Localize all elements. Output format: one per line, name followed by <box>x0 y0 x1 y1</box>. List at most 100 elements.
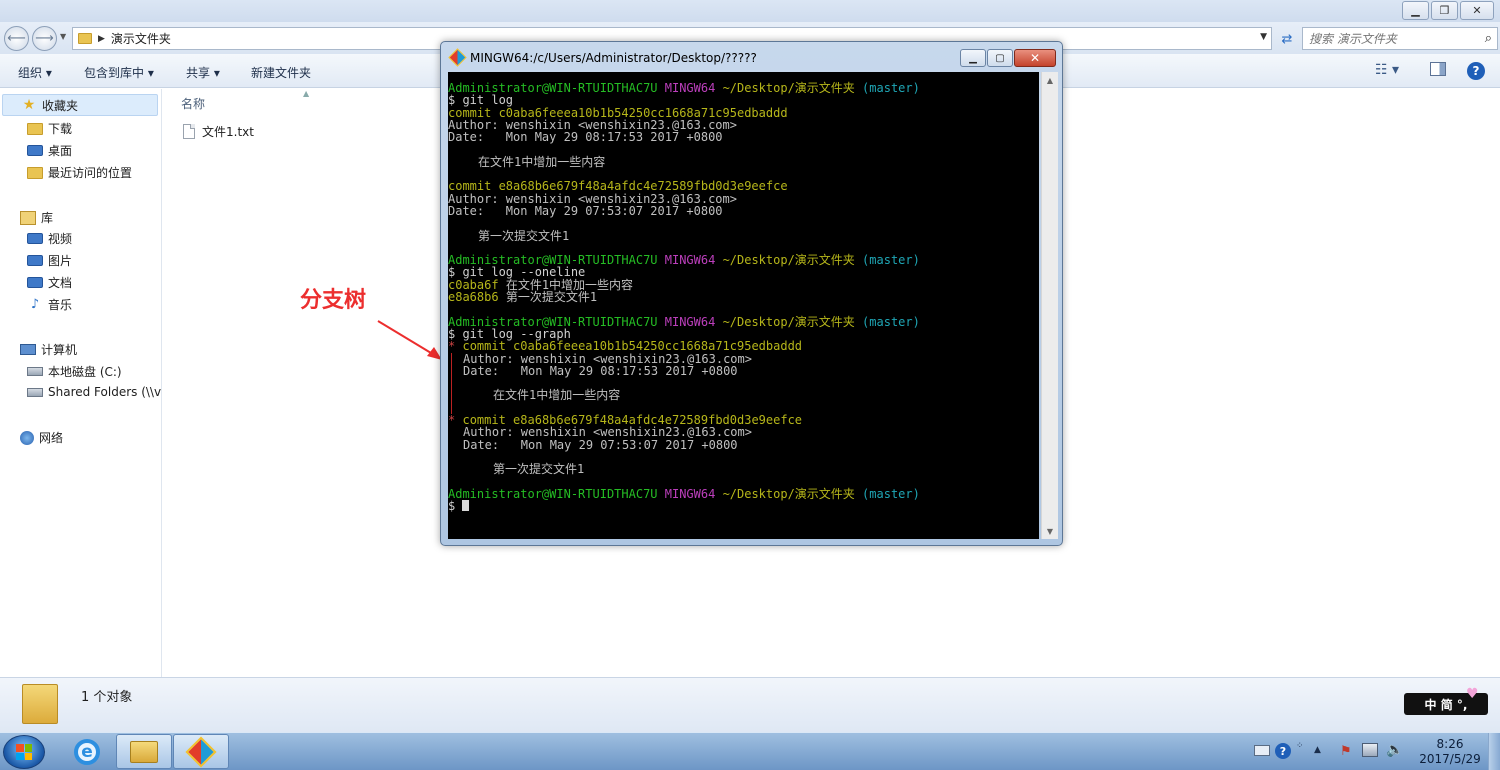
arrow-right-icon: ⟶ <box>35 31 54 46</box>
nav-pictures[interactable]: 图片 <box>27 252 72 269</box>
terminal-scrollbar[interactable]: ▲ ▼ <box>1041 72 1058 539</box>
commit-message: 第一次提交文件1 <box>493 462 585 477</box>
nav-music-label: 音乐 <box>48 298 73 312</box>
file-item[interactable]: 文件1.txt <box>183 123 254 140</box>
prompt-path: ~/Desktop/演示文件夹 <box>722 253 855 268</box>
prompt-path: ~/Desktop/演示文件夹 <box>722 81 855 95</box>
organize-menu[interactable]: 组织 ▾ <box>18 64 52 81</box>
graph-node: * <box>448 413 456 428</box>
file-name: 文件1.txt <box>202 125 254 139</box>
nav-videos-label: 视频 <box>48 232 73 246</box>
clock-date: 2017/5/29 <box>1419 752 1481 766</box>
nav-local-disk-label: 本地磁盘 (C:) <box>48 365 122 379</box>
nav-computer[interactable]: 计算机 <box>20 341 77 358</box>
navigation-pane: ★ 收藏夹 下载 桌面 最近访问的位置 库 视频 图片 文档 ♪ 音乐 计算机 … <box>0 89 162 677</box>
help-button[interactable]: ? <box>1467 62 1485 80</box>
terminal-maximize-button[interactable]: ▢ <box>987 49 1013 67</box>
address-dropdown-icon[interactable]: ▼ <box>1260 32 1267 42</box>
nav-downloads-label: 下载 <box>48 122 73 136</box>
nav-network[interactable]: 网络 <box>20 429 63 446</box>
close-button[interactable]: ✕ <box>1460 1 1494 20</box>
nav-documents[interactable]: 文档 <box>27 274 72 291</box>
nav-local-disk[interactable]: 本地磁盘 (C:) <box>27 363 122 380</box>
heart-icon: ♥ <box>1466 686 1479 702</box>
nav-shared-folders[interactable]: Shared Folders (\\v <box>27 385 161 399</box>
terminal-command: $ git log <box>448 93 514 108</box>
breadcrumb-separator-icon[interactable]: ▶ <box>98 34 105 44</box>
nav-shared-folders-label: Shared Folders (\\v <box>48 385 162 399</box>
volume-icon[interactable]: 🔈 <box>1386 742 1403 758</box>
nav-libraries-label: 库 <box>41 211 54 225</box>
terminal-close-button[interactable]: ✕ <box>1014 49 1056 67</box>
network-status-icon[interactable] <box>1362 743 1378 757</box>
view-options-icon[interactable]: ☷ ▾ <box>1375 62 1399 78</box>
nav-computer-label: 计算机 <box>41 343 78 357</box>
prompt-branch: (master) <box>862 253 920 268</box>
oneline-hash: e8a68b6 <box>448 290 499 305</box>
nav-recent-places[interactable]: 最近访问的位置 <box>27 164 132 181</box>
back-button[interactable]: ⟵ <box>4 26 29 51</box>
graph-node: * <box>448 339 456 354</box>
refresh-button[interactable]: ⇄ <box>1276 28 1298 50</box>
nav-videos[interactable]: 视频 <box>27 230 72 247</box>
nav-libraries[interactable]: 库 <box>20 209 53 226</box>
show-hidden-icons-icon[interactable]: ▲ <box>1314 745 1321 755</box>
terminal-window-controls: ▁ ▢ ✕ <box>960 49 1056 67</box>
terminal-output[interactable]: Administrator@WIN-RTUIDTHAC7U MINGW64 ~/… <box>448 72 1039 539</box>
prompt-env: MINGW64 <box>664 314 716 329</box>
graph-edge <box>451 389 452 402</box>
tray-help-icon[interactable]: ? <box>1275 743 1291 759</box>
maximize-button[interactable]: ❐ <box>1431 1 1458 20</box>
taskbar-git-bash[interactable] <box>173 734 229 769</box>
text-cursor <box>462 500 470 512</box>
folder-icon <box>78 33 92 44</box>
recent-pages-dropdown[interactable]: ▼ <box>60 32 66 41</box>
taskbar-internet-explorer[interactable]: e <box>59 734 115 769</box>
graph-edge <box>451 377 452 390</box>
git-bash-window: MINGW64:/c/Users/Administrator/Desktop/?… <box>440 41 1063 546</box>
share-menu[interactable]: 共享 ▾ <box>186 64 220 81</box>
git-bash-icon <box>448 48 467 67</box>
terminal-minimize-button[interactable]: ▁ <box>960 49 986 67</box>
details-pane: 1 个对象 <box>0 677 1500 732</box>
clock-time: 8:26 <box>1436 737 1464 751</box>
nav-favorites[interactable]: ★ 收藏夹 <box>2 94 158 116</box>
start-button[interactable] <box>3 735 45 769</box>
windows-logo-icon <box>16 744 32 760</box>
annotation-arrow-icon <box>377 320 442 360</box>
search-input[interactable] <box>1309 31 1469 46</box>
annotation-label: 分支树 <box>300 288 367 313</box>
explorer-title-bar: ▁ ❐ ✕ <box>0 0 1500 22</box>
scroll-up-icon[interactable]: ▲ <box>1042 72 1058 88</box>
network-icon <box>20 430 34 445</box>
breadcrumb-current[interactable]: 演示文件夹 <box>111 30 171 47</box>
nav-downloads[interactable]: 下载 <box>27 120 72 137</box>
forward-button[interactable]: ⟶ <box>32 26 57 51</box>
terminal-input-line[interactable]: $ <box>448 500 1039 512</box>
nav-desktop[interactable]: 桌面 <box>27 142 72 159</box>
search-icon[interactable]: ⌕ <box>1485 31 1492 46</box>
action-center-flag-icon[interactable]: ⚑ <box>1340 744 1352 759</box>
column-header-name[interactable]: 名称 <box>181 95 205 112</box>
show-desktop-button[interactable] <box>1488 733 1500 770</box>
minimize-button[interactable]: ▁ <box>1402 1 1429 20</box>
graph-row: Date: Mon May 29 08:17:53 2017 +0800 <box>448 365 1039 378</box>
nav-music[interactable]: ♪ 音乐 <box>27 296 72 313</box>
library-icon <box>20 210 36 225</box>
column-name-label: 名称 <box>181 97 206 111</box>
terminal-title: MINGW64:/c/Users/Administrator/Desktop/?… <box>470 51 757 65</box>
taskbar-file-explorer[interactable] <box>116 734 172 769</box>
system-clock[interactable]: 8:26 2017/5/29 <box>1418 737 1482 767</box>
include-in-library-menu[interactable]: 包含到库中 ▾ <box>84 64 154 81</box>
oneline-entry: e8a68b6 第一次提交文件1 <box>448 291 1039 303</box>
scroll-down-icon[interactable]: ▼ <box>1042 523 1058 539</box>
keyboard-icon[interactable] <box>1254 745 1270 756</box>
commit-message: 在文件1中增加一些内容 <box>478 154 606 169</box>
search-box[interactable]: ⌕ <box>1302 27 1498 50</box>
new-folder-button[interactable]: 新建文件夹 <box>251 64 311 81</box>
ime-settings-icon[interactable]: ⁘ <box>1296 742 1304 751</box>
preview-pane-button[interactable] <box>1430 62 1446 80</box>
terminal-prompt: Administrator@WIN-RTUIDTHAC7U MINGW64 ~/… <box>448 488 1039 500</box>
computer-icon <box>20 344 36 355</box>
